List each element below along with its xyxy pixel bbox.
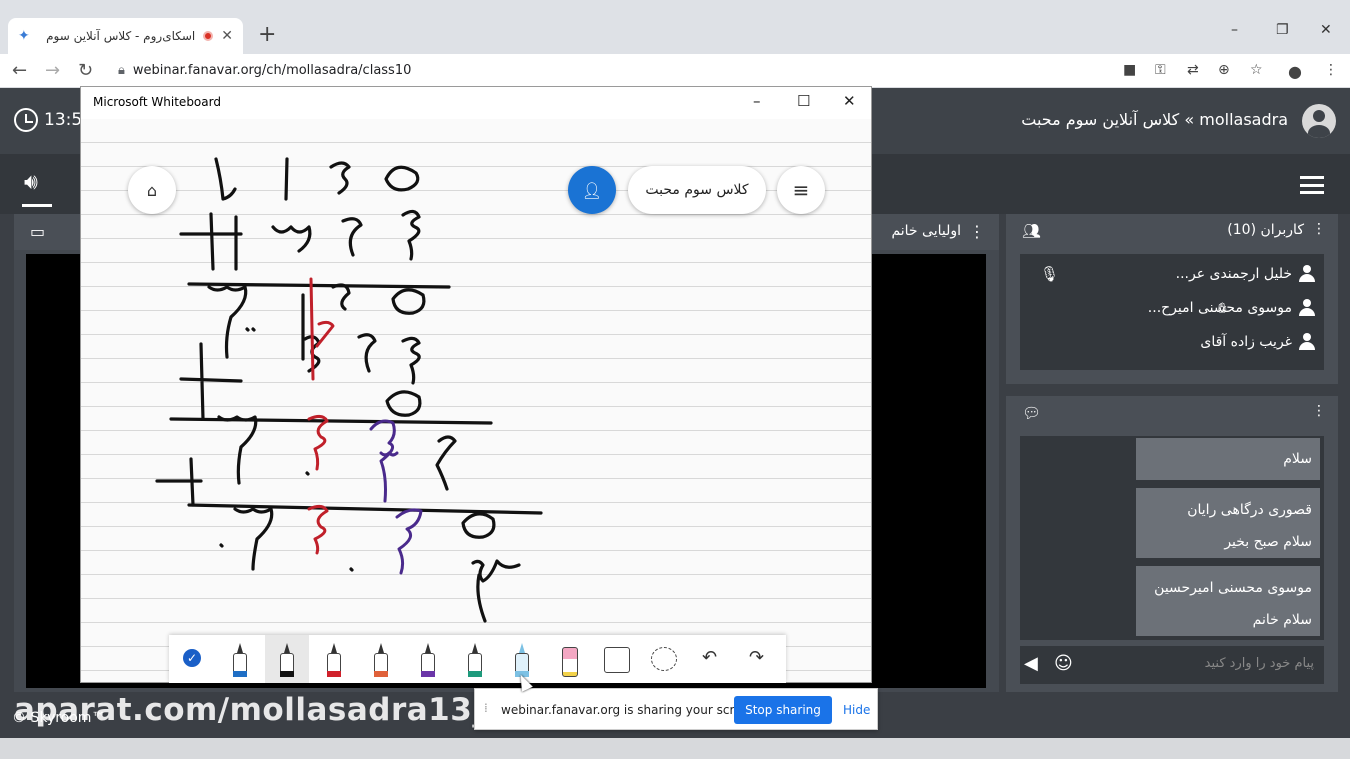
users-panel-header: 👥︎ کاربران (10) ⋮: [1006, 214, 1338, 248]
users-list: خلیل ارجمندی عر... 🎙︎ موسوی محسنی امیرح.…: [1020, 254, 1324, 370]
tab-close-icon[interactable]: ✕: [221, 28, 233, 44]
hide-button[interactable]: Hide: [843, 703, 870, 717]
invite-people-icon[interactable]: 👤︎: [568, 166, 616, 214]
whiteboard-title: Microsoft Whiteboard: [93, 95, 221, 109]
rainbow-pen-icon[interactable]: [359, 635, 403, 683]
purple-pen-icon[interactable]: [406, 635, 450, 683]
red-pen-icon[interactable]: [312, 635, 356, 683]
stage-presenter-name: اولیایی خانم: [891, 223, 961, 239]
camera-icon[interactable]: ■: [1123, 62, 1136, 78]
taskbar-strip: [0, 738, 1350, 759]
clock-time: 13:5: [44, 110, 83, 130]
mic-icon: 🎙︎: [1040, 265, 1060, 283]
chat-icon: 💬︎: [1022, 404, 1042, 422]
undo-icon[interactable]: ↶: [688, 635, 732, 683]
message-text: سلام صبح بخیر: [1224, 534, 1312, 550]
close-window-button[interactable]: ✕: [1320, 22, 1332, 38]
address-bar[interactable]: 🔒︎ webinar.fanavar.org/ch/mollasadra/clas…: [118, 63, 411, 78]
translate-icon[interactable]: ⇄: [1187, 62, 1199, 78]
user-row[interactable]: موسوی محسنی امیرح... ✋︎: [1026, 296, 1316, 320]
tab-title: اسکای‌روم - کلاس آنلاین سوم: [46, 29, 196, 43]
user-name: خلیل ارجمندی عر...: [1175, 266, 1292, 282]
url-text: webinar.fanavar.org/ch/mollasadra/class1…: [132, 63, 412, 78]
users-options-icon[interactable]: ⋮: [1312, 221, 1326, 237]
redo-icon[interactable]: ↷: [735, 635, 779, 683]
user-row[interactable]: غریب زاده آقای: [1026, 330, 1316, 354]
chat-message: قصوری درگاهی رایان سلام صبح بخیر: [1136, 488, 1320, 558]
message-text: سلام خانم: [1252, 612, 1312, 628]
browser-toolbar: ← → ↻ 🔒︎ webinar.fanavar.org/ch/mollasadr…: [0, 54, 1350, 88]
user-name: غریب زاده آقای: [1200, 334, 1292, 350]
profile-icon[interactable]: ●: [1288, 62, 1302, 81]
person-icon: [1298, 333, 1316, 351]
monitor-icon: ▭: [30, 222, 46, 241]
back-arrow-icon[interactable]: ←: [12, 60, 27, 81]
reload-icon[interactable]: ↻: [78, 60, 93, 81]
chat-panel-header: 💬︎ ⋮: [1006, 396, 1338, 430]
person-icon: [1298, 265, 1316, 283]
users-panel: 👥︎ کاربران (10) ⋮ خلیل ارجمندی عر... 🎙︎ …: [1006, 214, 1338, 384]
users-panel-title: کاربران (10): [1227, 222, 1304, 238]
lasso-icon[interactable]: [641, 635, 685, 683]
menu-icon[interactable]: [1300, 176, 1324, 194]
whiteboard-window: Microsoft Whiteboard – ☐ ✕ ⌂ 👤︎ کلاس سوم…: [80, 86, 872, 683]
message-text: سلام: [1283, 451, 1312, 467]
new-tab-button[interactable]: +: [258, 24, 276, 46]
wb-menu-icon[interactable]: ≡: [777, 166, 825, 214]
share-message: webinar.fanavar.org is sharing your scre…: [501, 703, 761, 717]
skyroom-favicon-icon: ✦: [18, 28, 30, 44]
bookmark-star-icon[interactable]: ☆: [1250, 62, 1263, 78]
wb-close-button[interactable]: ✕: [843, 92, 856, 110]
chat-message: موسوی محسنی امیرحسین سلام خانم: [1136, 566, 1320, 636]
user-avatar-icon[interactable]: [1302, 104, 1336, 138]
message-sender: قصوری درگاهی رایان: [1187, 502, 1312, 518]
chat-input-placeholder: پیام خود را وارد کنید: [1204, 656, 1314, 671]
browser-menu-icon[interactable]: ⋮: [1324, 62, 1338, 78]
screen-share-bar: ⁞ webinar.fanavar.org is sharing your sc…: [474, 688, 878, 730]
minimize-window-button[interactable]: –: [1231, 22, 1238, 38]
browser-tab-bar: ✦ اسکای‌روم - کلاس آنلاین سوم ✕ + – ❐ ✕: [0, 0, 1350, 54]
galaxy-pen-icon[interactable]: [453, 635, 497, 683]
emoji-icon[interactable]: ☺: [1054, 653, 1073, 674]
room-title: mollasadra » کلاس آنلاین سوم محبت: [1021, 110, 1288, 129]
key-icon[interactable]: ⚿: [1155, 62, 1166, 78]
speaker-underline: [22, 204, 52, 207]
wb-maximize-button[interactable]: ☐: [797, 92, 810, 110]
drag-grip-icon[interactable]: ⁞: [484, 701, 488, 715]
ruler-icon[interactable]: [594, 635, 638, 683]
ink-toolbar: ✓ ↶ ↷: [169, 635, 786, 683]
chat-options-icon[interactable]: ⋮: [1312, 403, 1326, 419]
chat-input[interactable]: پیام خود را وارد کنید ◀ ☺: [1020, 646, 1324, 684]
stop-sharing-button[interactable]: Stop sharing: [734, 696, 832, 724]
user-row[interactable]: خلیل ارجمندی عر... 🎙︎: [1026, 262, 1316, 286]
chat-panel: 💬︎ ⋮ سلام قصوری درگاهی رایان سلام صبح بخ…: [1006, 396, 1338, 692]
chat-messages: سلام قصوری درگاهی رایان سلام صبح بخیر مو…: [1020, 436, 1324, 640]
select-check-icon[interactable]: ✓: [171, 635, 215, 683]
send-icon[interactable]: ◀: [1024, 653, 1038, 674]
home-icon[interactable]: ⌂: [128, 166, 176, 214]
stage-options-icon[interactable]: ⋮: [969, 222, 985, 241]
eraser-icon[interactable]: [547, 635, 591, 683]
zoom-icon[interactable]: ⊕: [1218, 62, 1230, 78]
session-clock: 13:5: [14, 108, 82, 132]
person-icon: [1298, 299, 1316, 317]
lock-icon: 🔒︎: [118, 63, 125, 78]
wb-minimize-button[interactable]: –: [753, 92, 761, 110]
black-pen-icon[interactable]: [265, 635, 309, 683]
skyroom-brand: © Skyroom™: [12, 710, 106, 726]
users-icon: 👥︎: [1022, 222, 1042, 240]
forward-arrow-icon[interactable]: →: [45, 60, 60, 81]
speaker-icon[interactable]: 🔊︎: [24, 170, 38, 195]
browser-tab[interactable]: ✦ اسکای‌روم - کلاس آنلاین سوم ✕: [8, 18, 243, 54]
blue-pen-icon[interactable]: [218, 635, 262, 683]
whiteboard-titlebar: Microsoft Whiteboard – ☐ ✕: [81, 87, 871, 119]
clock-icon: [14, 108, 38, 132]
chat-message: سلام: [1136, 438, 1320, 480]
recording-indicator-icon: [203, 31, 214, 41]
message-sender: موسوی محسنی امیرحسین: [1154, 580, 1312, 596]
raised-hand-icon: ✋︎: [1218, 299, 1227, 317]
restore-window-button[interactable]: ❐: [1276, 22, 1289, 38]
board-name-button[interactable]: کلاس سوم محبت: [628, 166, 766, 214]
